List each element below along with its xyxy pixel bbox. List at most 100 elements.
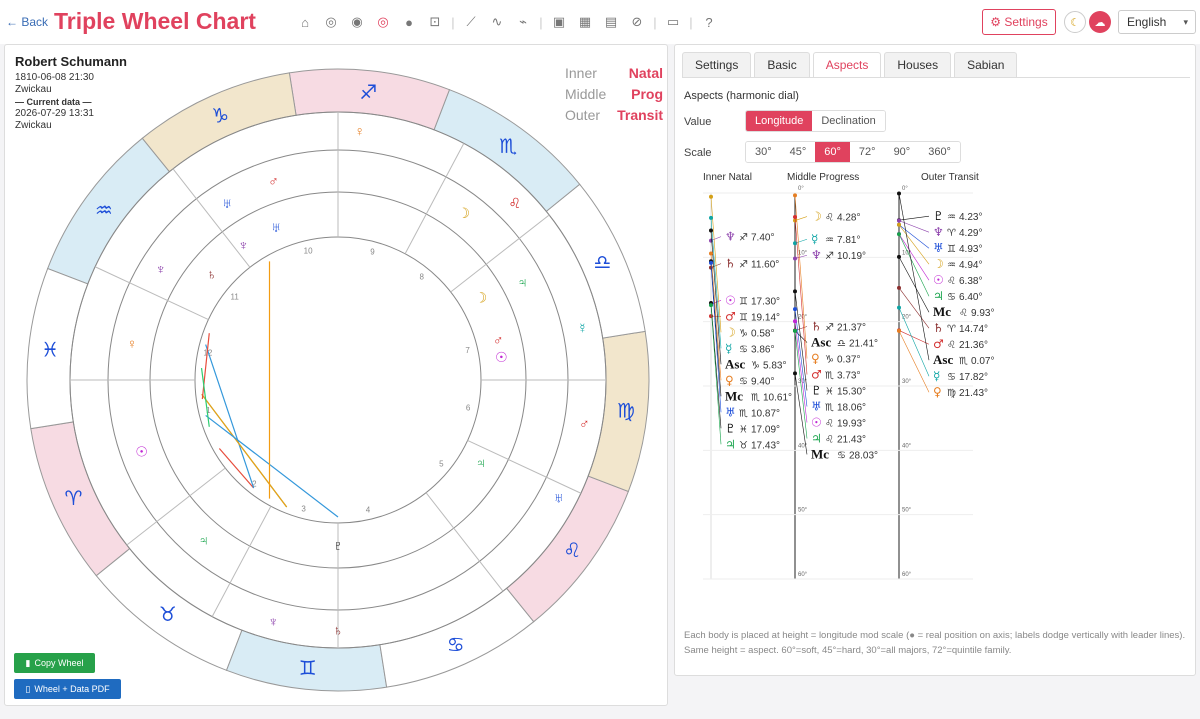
planet-glyph: ♀ — [355, 123, 366, 139]
body-degree: 10.19° — [837, 251, 866, 262]
calendar-icon[interactable]: ▦ — [572, 13, 598, 31]
body-degree: 17.30° — [751, 296, 780, 307]
wave-icon[interactable]: ∿ — [484, 13, 510, 31]
dial-tick-label: 30° — [902, 379, 912, 385]
sign-glyph: ♉ — [159, 604, 177, 626]
longitude-option[interactable]: Longitude — [746, 111, 813, 131]
dial-tick-label: 50° — [798, 508, 808, 514]
cloud-icon[interactable]: ☁ — [1089, 11, 1111, 33]
body-glyph: Mc — [725, 388, 743, 403]
body-degree: 14.74° — [959, 324, 988, 335]
body-glyph: ♀ — [811, 351, 820, 365]
copy-wheel-button[interactable]: ▮ Copy Wheel — [14, 653, 95, 673]
body-glyph: ♇ — [725, 421, 736, 435]
house-cusp — [450, 214, 550, 293]
planet-glyph: ♅ — [271, 219, 282, 235]
body-degree: 4.28° — [837, 213, 860, 224]
house-cusp — [126, 467, 226, 546]
settings-button[interactable]: ⚙ Settings — [982, 9, 1056, 35]
dial-note: Each body is placed at height = longitud… — [684, 630, 1186, 656]
column-header: Inner Natal — [703, 172, 752, 183]
language-select[interactable]: English ▾ — [1118, 10, 1196, 34]
value-toggle: Longitude Declination — [745, 110, 886, 132]
body-degree: 17.43° — [751, 440, 780, 451]
tab-aspects[interactable]: Aspects — [812, 52, 882, 78]
image-icon[interactable]: ▣ — [546, 13, 572, 31]
details-panel: Settings Basic Aspects Houses Sabian Asp… — [674, 44, 1196, 676]
body-degree: 0.58° — [751, 328, 774, 339]
declination-option[interactable]: Declination — [812, 111, 885, 131]
clipboard-icon[interactable]: ▭ — [660, 13, 686, 31]
body-sign: ♓ — [739, 424, 748, 435]
tab-divider — [682, 77, 1190, 78]
scale-option-60[interactable]: 60° — [815, 142, 850, 162]
house-cusp — [94, 266, 209, 321]
pdf-button[interactable]: ▯ Wheel + Data PDF — [14, 679, 121, 699]
tab-houses[interactable]: Houses — [884, 52, 952, 78]
sign-glyph: ♐ — [359, 82, 377, 104]
house-number: 5 — [439, 460, 444, 469]
scale-label: Scale — [684, 147, 712, 159]
separator: | — [689, 14, 693, 30]
scale-option-30[interactable]: 30° — [746, 142, 781, 162]
compass-icon[interactable]: ⊘ — [624, 13, 650, 31]
tab-bar: Settings Basic Aspects Houses Sabian — [682, 52, 1018, 78]
circle-icon[interactable]: ◎ — [318, 13, 344, 31]
body-sign: ♑ — [751, 360, 760, 371]
body-sign: ♉ — [739, 440, 748, 451]
body-degree: 21.43° — [959, 388, 988, 399]
body-sign: ♒ — [947, 212, 956, 223]
moon-icon[interactable]: ☾ — [1064, 11, 1086, 33]
body-sign: ♊ — [739, 296, 748, 307]
body-sign: ♋ — [739, 344, 748, 355]
body-sign: ♓ — [825, 386, 834, 397]
scale-option-45[interactable]: 45° — [780, 142, 816, 162]
planet-glyph: ♄ — [333, 622, 344, 638]
clipboard-icon: ▮ — [25, 657, 31, 668]
scale-option-72[interactable]: 72° — [849, 142, 885, 162]
sign-glyph: ♏ — [499, 136, 517, 158]
tab-settings[interactable]: Settings — [682, 52, 752, 78]
planet-glyph: ☽ — [475, 290, 488, 306]
robot-icon[interactable]: ⊡ — [422, 13, 448, 31]
scale-toggle: 30° 45° 60° 72° 90° 360° — [745, 141, 961, 163]
body-glyph: ☽ — [811, 210, 822, 224]
chart-line-icon[interactable]: ⟋ — [458, 13, 484, 31]
body-degree: 28.03° — [849, 450, 878, 461]
sign-glyph: ♎ — [594, 252, 612, 274]
wheel-panel: Robert Schumann 1810-06-08 21:30 Zwickau… — [4, 44, 668, 706]
separator: | — [451, 14, 455, 30]
body-sign: ♏ — [959, 356, 968, 367]
disc-icon[interactable]: ● — [396, 13, 422, 31]
help-icon[interactable]: ? — [696, 13, 722, 31]
scale-option-90[interactable]: 90° — [884, 142, 920, 162]
body-sign: ♋ — [947, 372, 956, 383]
pulse-icon[interactable]: ⌁ — [510, 13, 536, 31]
pdf-label: Wheel + Data PDF — [34, 684, 110, 694]
body-sign: ♐ — [825, 322, 834, 333]
tab-basic[interactable]: Basic — [754, 52, 810, 78]
back-link[interactable]: ← Back — [6, 15, 48, 29]
body-glyph: ♂ — [811, 367, 822, 381]
calendar-grid-icon[interactable]: ▤ — [598, 13, 624, 31]
dial-tick-label: 50° — [902, 508, 912, 514]
language-value: English — [1127, 15, 1167, 29]
target-icon[interactable]: ◎ — [370, 13, 396, 31]
body-glyph: ♆ — [933, 225, 944, 239]
body-degree: 0.07° — [971, 356, 994, 367]
section-title: Aspects (harmonic dial) — [684, 90, 799, 102]
leader-line — [794, 309, 808, 407]
body-glyph: ♀ — [725, 373, 734, 387]
body-glyph: ♆ — [811, 248, 822, 262]
body-degree: 19.93° — [837, 418, 866, 429]
house-number: 11 — [230, 292, 239, 301]
scale-option-360[interactable]: 360° — [919, 142, 960, 162]
home-icon[interactable]: ⌂ — [292, 13, 318, 31]
double-circle-icon[interactable]: ◉ — [344, 13, 370, 31]
planet-glyph: ♇ — [333, 537, 344, 553]
leader-line — [794, 216, 808, 375]
body-glyph: Asc — [725, 356, 745, 371]
tab-sabian[interactable]: Sabian — [954, 52, 1018, 78]
body-sign: ♌ — [947, 276, 956, 287]
harmonic-dial: Inner Natal Middle Progress Outer Transit 0… — [703, 172, 994, 580]
